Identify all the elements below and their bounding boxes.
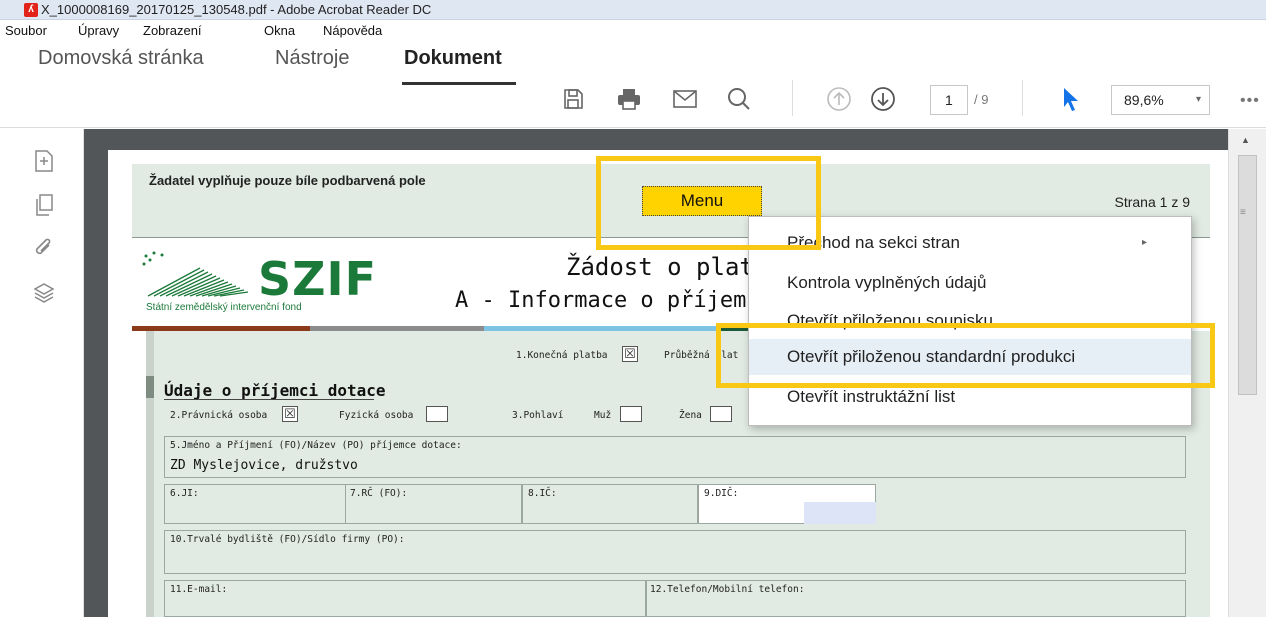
acrobat-pdf-icon: ʎ [24, 3, 38, 17]
section-heading: Údaje o příjemci dotace [164, 381, 386, 400]
grip-icon: ≡ [1240, 207, 1246, 218]
email-label: 11.E-mail: [170, 584, 228, 595]
print-icon[interactable] [612, 82, 646, 116]
section-marker [146, 376, 154, 398]
vertical-scrollbar[interactable]: ▲ ≡ [1228, 129, 1266, 617]
page-number-input[interactable]: 1 [930, 85, 968, 115]
tab-tools[interactable]: Nástroje [275, 47, 349, 70]
tab-document[interactable]: Dokument [404, 47, 502, 70]
rc-label: 7.RČ (FO): [350, 488, 408, 499]
payment-final-label: 1.Konečná platba [516, 350, 608, 361]
form-title: Žádost o platb [566, 253, 769, 281]
page-total: / 9 [974, 92, 989, 107]
scrollbar-thumb[interactable] [1238, 155, 1257, 395]
toolbar-separator [792, 80, 793, 116]
scroll-up-icon[interactable]: ▲ [1241, 135, 1250, 145]
toolbar-separator [1022, 80, 1023, 116]
menu-napoveda[interactable]: Nápověda [323, 23, 382, 38]
select-pointer-icon[interactable] [1054, 82, 1088, 116]
save-icon[interactable] [556, 82, 590, 116]
dic-label: 9.DIČ: [704, 488, 739, 499]
name-field-value[interactable]: ZD Myslejovice, družstvo [170, 458, 358, 473]
szif-logo-text: SZIF [258, 252, 378, 306]
page-up-icon[interactable] [822, 82, 856, 116]
gender-label: 3.Pohlaví [512, 410, 564, 421]
section-underline [164, 399, 374, 400]
form-subtitle: A - Informace o příjemci [455, 288, 773, 313]
search-icon[interactable] [722, 82, 756, 116]
menu-item-label: Kontrola vyplněných údajů [787, 273, 987, 292]
menu-item-label: Otevřít instruktážní list [787, 387, 956, 406]
szif-logo-icon [142, 251, 249, 297]
menu-zobrazeni[interactable]: Zobrazení [143, 23, 202, 38]
legal-person-label: 2.Právnická osoba [170, 410, 268, 421]
highlight-box-menu [596, 156, 821, 250]
pages-icon[interactable] [32, 193, 56, 217]
ji-label: 6.JI: [170, 488, 199, 499]
legal-person-checkbox[interactable]: ☒ [282, 406, 298, 422]
menu-okna[interactable]: Okna [264, 23, 295, 38]
menu-upravy[interactable]: Úpravy [78, 23, 119, 38]
page-indicator: Strana 1 z 9 [1114, 194, 1191, 210]
payment-final-checkbox[interactable]: ☒ [622, 346, 638, 362]
window-title: X_1000008169_20170125_130548.pdf - Adobe… [41, 2, 432, 17]
phone-label: 12.Telefon/Mobilní telefon: [650, 584, 805, 595]
natural-person-label: Fyzická osoba [339, 410, 414, 421]
attachment-icon[interactable] [32, 237, 56, 261]
menu-soubor[interactable]: Soubor [5, 23, 47, 38]
tab-home[interactable]: Domovská stránka [38, 47, 204, 70]
email-field-box [164, 580, 646, 617]
chevron-right-icon: ▸ [1141, 237, 1147, 248]
email-icon[interactable] [668, 82, 702, 116]
menu-bar: Soubor Úpravy Zobrazení Okna Nápověda [0, 20, 1266, 42]
chevron-down-icon: ▾ [1195, 94, 1201, 105]
ic-label: 8.IČ: [528, 488, 557, 499]
menu-item-check-fields[interactable]: Kontrola vyplněných údajů [749, 265, 1191, 301]
zoom-select[interactable]: 89,6% ▾ [1111, 85, 1210, 115]
title-bar: ʎ X_1000008169_20170125_130548.pdf - Ado… [0, 0, 1266, 20]
active-tab-indicator [402, 82, 516, 85]
male-label: Muž [594, 410, 612, 421]
female-label: Žena [679, 410, 702, 421]
name-field-label: 5.Jméno a Příjmení (FO)/Název (PO) příje… [170, 440, 462, 451]
highlight-box-menu-item [716, 323, 1215, 388]
zoom-value: 89,6% [1124, 92, 1164, 108]
natural-person-checkbox[interactable] [426, 406, 448, 422]
dic-input-area[interactable] [804, 502, 876, 524]
layers-icon[interactable] [32, 281, 56, 305]
fill-note: Žadatel vyplňuje pouze bíle podbarvená p… [149, 173, 426, 188]
left-rail [0, 129, 84, 617]
female-checkbox[interactable] [710, 406, 732, 422]
export-icon[interactable] [32, 149, 56, 173]
address-label: 10.Trvalé bydliště (FO)/Sídlo firmy (PO)… [170, 534, 405, 545]
male-checkbox[interactable] [620, 406, 642, 422]
more-icon[interactable]: ••• [1240, 92, 1260, 110]
page-down-icon[interactable] [866, 82, 900, 116]
szif-logo-subtitle: Státní zemědělský intervenční fond [146, 302, 302, 313]
